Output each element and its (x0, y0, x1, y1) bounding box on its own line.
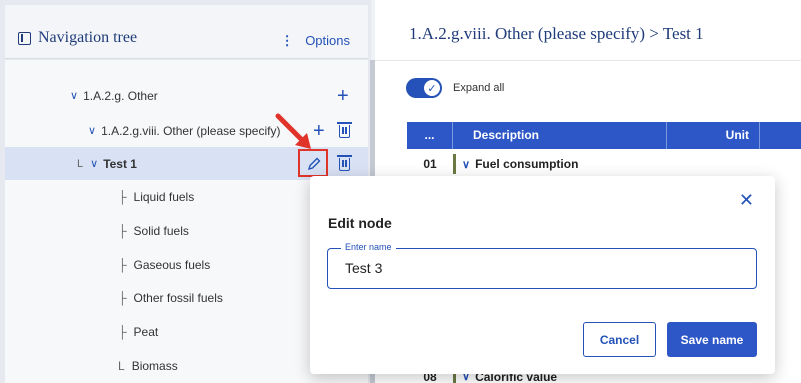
row-index: 01 (423, 157, 437, 171)
chevron-down-icon[interactable]: ∨ (90, 157, 98, 170)
tree-node-label: Liquid fuels (133, 189, 195, 204)
tree-branch-icon: ├ (118, 290, 127, 305)
chevron-down-icon[interactable]: ∨ (70, 89, 78, 102)
tree-branch-icon: ├ (118, 324, 127, 339)
page-title: 1.A.2.g.viii. Other (please specify) > T… (409, 24, 704, 43)
edit-node-button[interactable] (298, 149, 328, 177)
name-field[interactable]: Enter name (327, 242, 757, 289)
options-button[interactable]: ⋮ Options (281, 33, 350, 49)
check-icon: ✓ (424, 80, 440, 96)
tree-node-label: 1.A.2.g. Other (83, 88, 158, 103)
row-level-bar (453, 154, 456, 174)
tree-branch-icon: ├ (118, 257, 127, 272)
chevron-down-icon[interactable]: ∨ (462, 158, 470, 171)
more-vert-icon: ⋮ (280, 33, 294, 48)
close-icon[interactable]: ✕ (739, 190, 754, 211)
expand-all-label: Expand all (453, 82, 505, 94)
table-header: ... Description Unit (407, 122, 801, 149)
pencil-icon (307, 157, 321, 171)
expand-all-toggle[interactable]: ✓ (406, 78, 442, 98)
add-node-icon[interactable]: + (337, 86, 349, 106)
navigation-title: Navigation tree (18, 29, 137, 47)
column-header-index: ... (407, 122, 453, 149)
name-input[interactable] (345, 260, 725, 276)
column-header-description: Description (453, 122, 667, 149)
tree-branch-icon: L (118, 358, 125, 373)
chevron-down-icon[interactable]: ∨ (88, 124, 96, 137)
cancel-button[interactable]: Cancel (583, 322, 656, 357)
tree-node-label: Peat (133, 324, 159, 339)
tree-node-label: Biomass (131, 358, 178, 373)
table-row[interactable]: 01 ∨ Fuel consumption (407, 149, 801, 179)
name-field-label: Enter name (341, 242, 396, 252)
panel-toggle-icon[interactable] (18, 31, 31, 45)
tree-node-label: Test 1 (103, 156, 137, 171)
navigation-header: Navigation tree ⋮ Options (5, 5, 368, 59)
options-label: Options (305, 33, 350, 48)
dialog-title: Edit node (328, 215, 392, 231)
delete-icon[interactable] (337, 155, 352, 171)
tree-node-label: Solid fuels (133, 223, 189, 238)
tree-node-label: Other fossil fuels (133, 290, 223, 305)
row-description: Fuel consumption (475, 157, 579, 171)
tree-branch-icon: ├ (118, 223, 127, 238)
tree-branch-icon: L (77, 157, 84, 170)
tree-branch-icon: ├ (118, 189, 127, 204)
tree-node-label: Gaseous fuels (133, 257, 211, 272)
divider (375, 60, 801, 61)
delete-icon[interactable] (337, 122, 352, 138)
navigation-title-text: Navigation tree (38, 29, 138, 46)
column-header-unit: Unit (667, 122, 760, 149)
edit-node-dialog: ✕ Edit node Enter name Cancel Save name (310, 176, 775, 374)
save-name-button[interactable]: Save name (667, 322, 757, 357)
tree-node[interactable]: ∨ 1.A.2.g. Other + (5, 79, 368, 112)
tree-node-label: 1.A.2.g.viii. Other (please specify) (101, 123, 281, 138)
annotation-arrow-icon (275, 113, 311, 149)
